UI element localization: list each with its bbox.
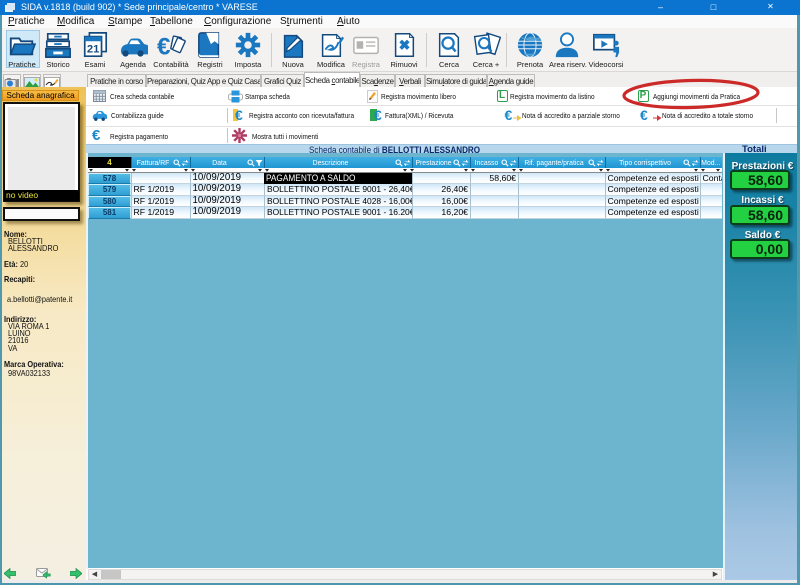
svg-text:€: € bbox=[157, 33, 171, 59]
svg-text:21: 21 bbox=[87, 43, 99, 55]
